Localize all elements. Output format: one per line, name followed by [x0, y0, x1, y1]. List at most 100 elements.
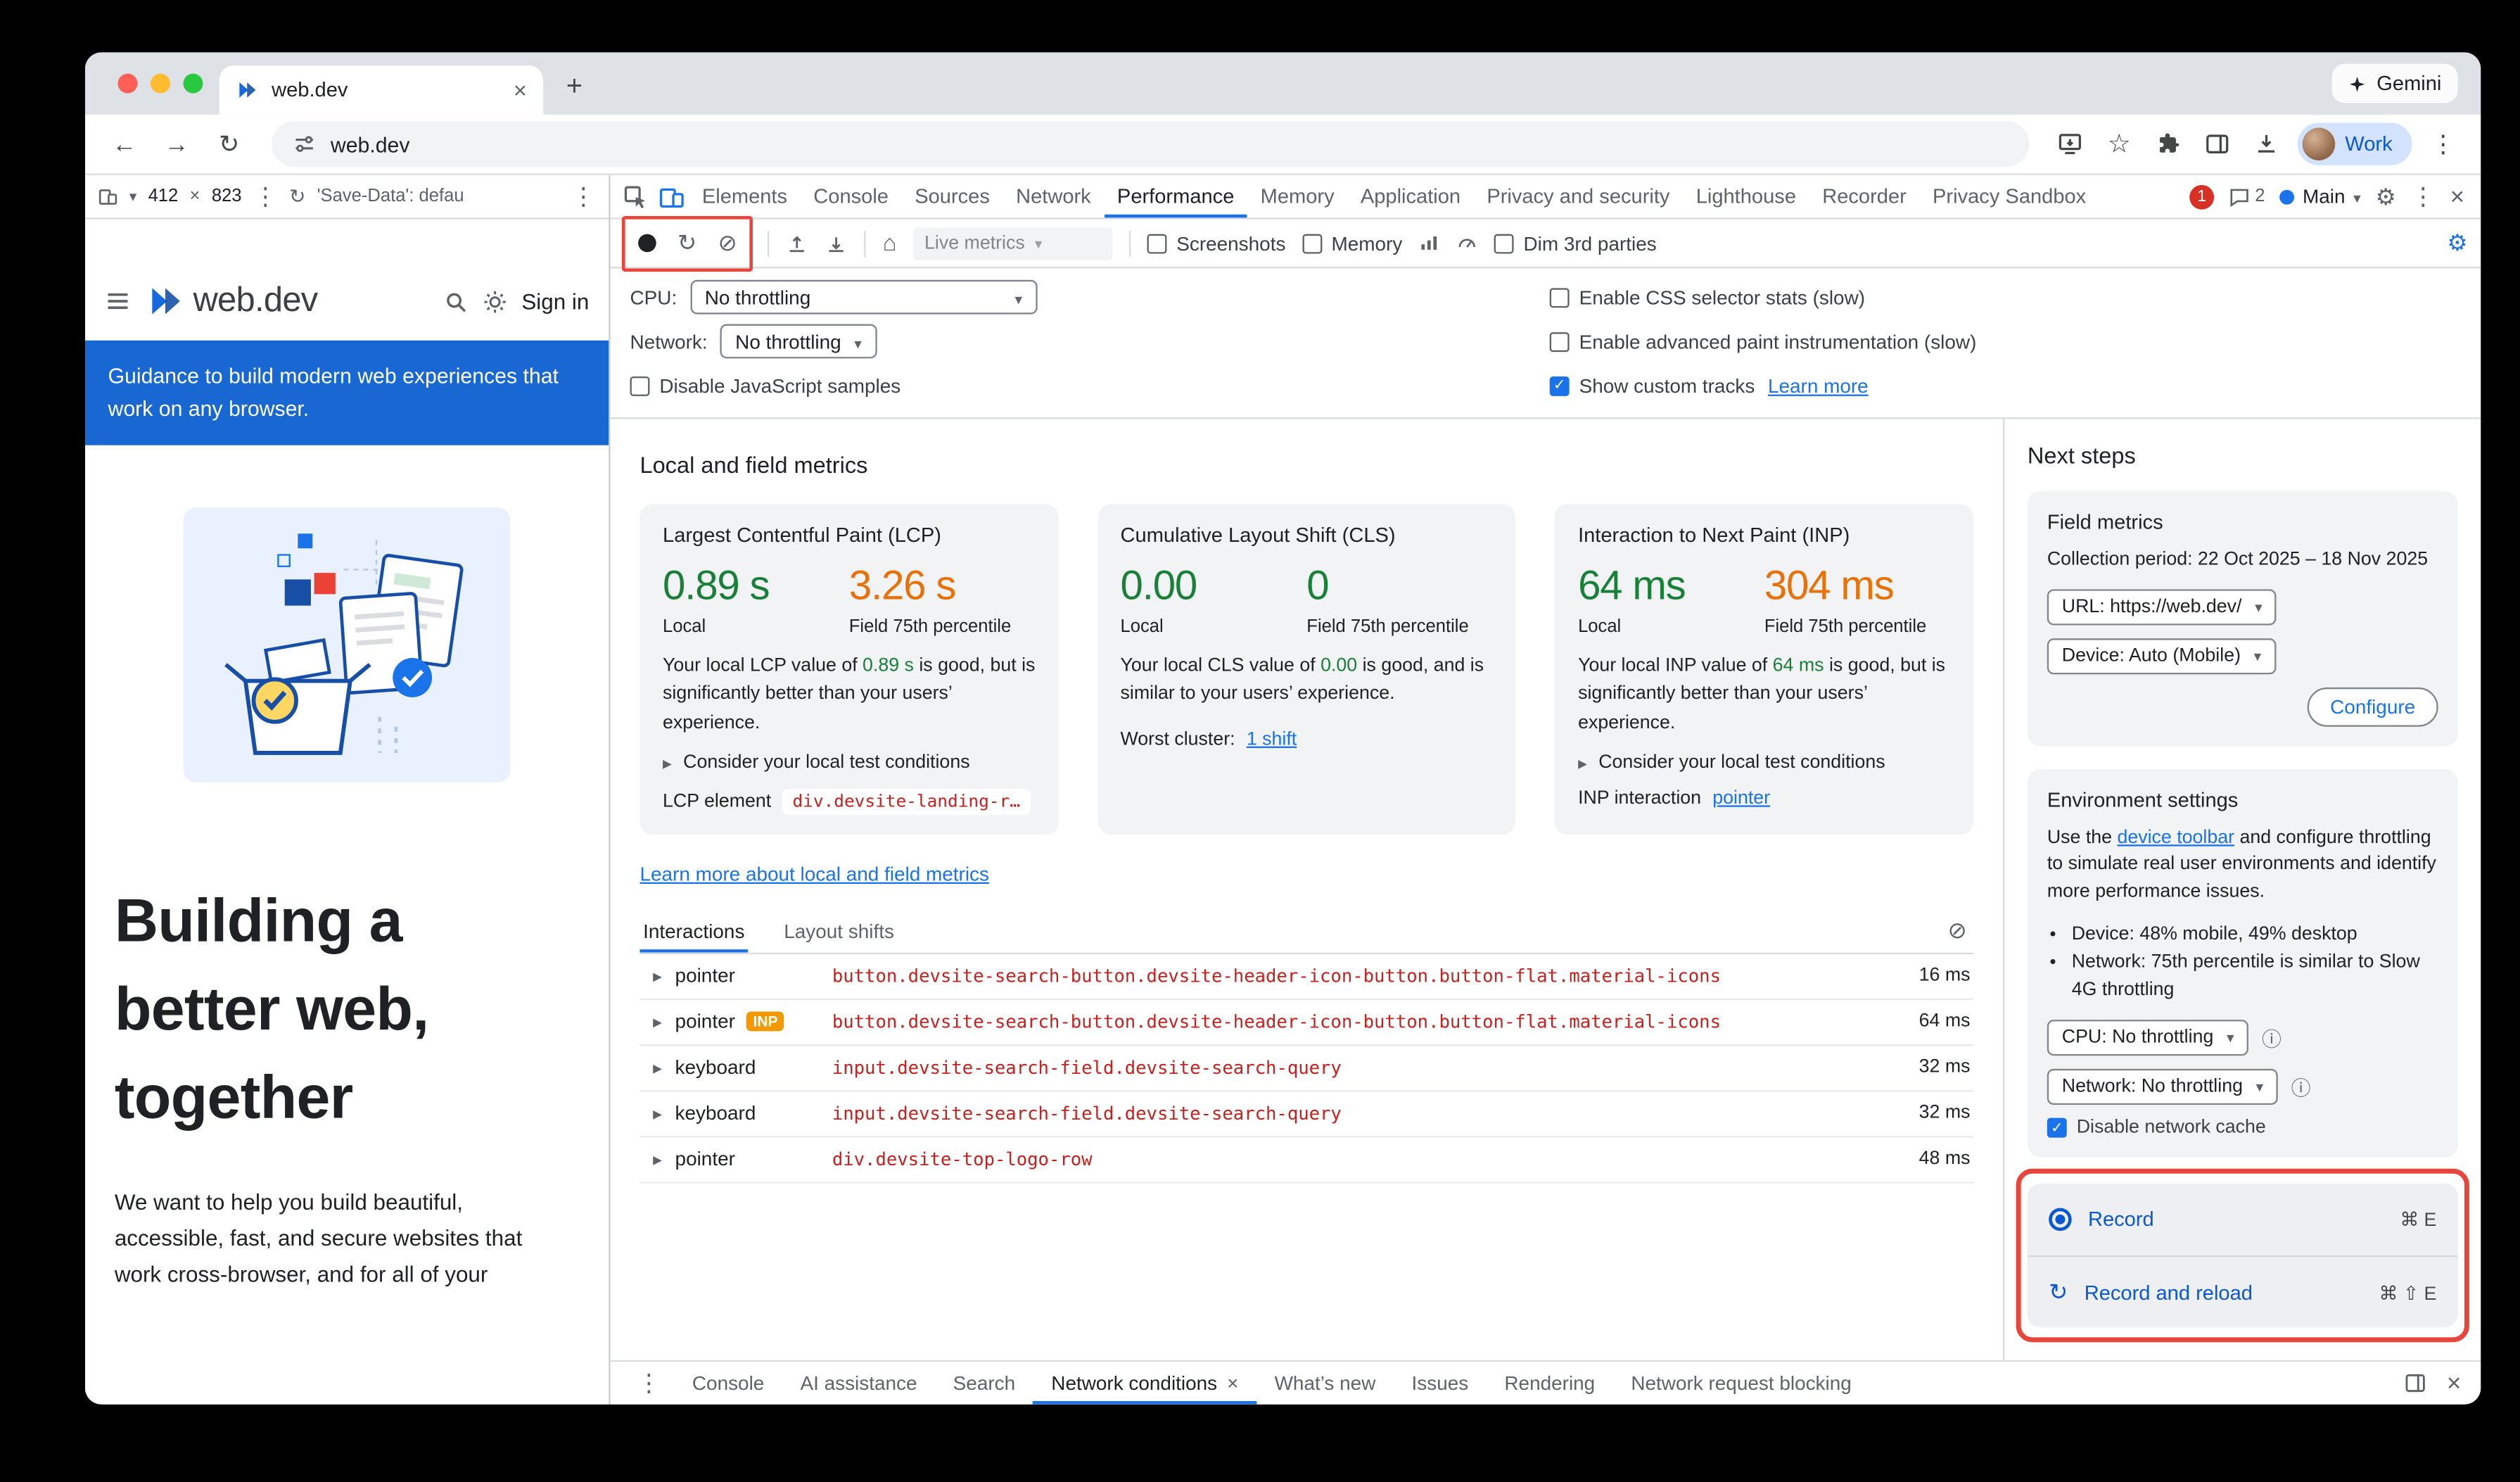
downloads-icon[interactable] — [2245, 122, 2287, 165]
close-drawer-tab-icon[interactable] — [1227, 1362, 1238, 1403]
checkbox-checked-icon[interactable] — [1550, 376, 1570, 395]
browser-menu-icon[interactable] — [2422, 122, 2464, 165]
device-height-field[interactable]: 823 — [212, 186, 242, 206]
interaction-row[interactable]: pointer button.devsite-search-button.dev… — [639, 954, 1973, 999]
expander-triangle-icon[interactable] — [653, 1011, 662, 1034]
clear-icon[interactable] — [718, 228, 737, 258]
close-drawer-icon[interactable] — [2447, 1369, 2461, 1398]
env-network-select[interactable]: Network: No throttling — [2047, 1070, 2278, 1106]
tab-application[interactable]: Application — [1347, 176, 1473, 217]
learn-more-link[interactable]: Learn more — [1768, 374, 1869, 397]
toggle-device-toolbar-icon[interactable] — [653, 179, 689, 215]
drawer-tab-ai-assistance[interactable]: AI assistance — [782, 1362, 935, 1403]
cpu-throttling-select[interactable]: No throttling — [690, 280, 1037, 315]
console-message-badge[interactable]: 2 — [2229, 186, 2265, 207]
expander-triangle-icon[interactable] — [653, 1056, 662, 1079]
tab-close-icon[interactable] — [514, 79, 527, 102]
paint-instrumentation-checkbox[interactable]: Enable advanced paint instrumentation (s… — [1550, 330, 1977, 353]
tab-privacy-security[interactable]: Privacy and security — [1474, 176, 1683, 217]
checkbox-icon[interactable] — [1494, 233, 1514, 253]
checkbox-icon[interactable] — [1550, 331, 1570, 351]
tab-memory[interactable]: Memory — [1247, 176, 1347, 217]
device-toolbar-link[interactable]: device toolbar — [2117, 828, 2234, 847]
tab-network[interactable]: Network — [1003, 176, 1104, 217]
drawer-tab-network-request-blocking[interactable]: Network request blocking — [1613, 1362, 1870, 1403]
tab-recorder[interactable]: Recorder — [1809, 176, 1920, 217]
save-profile-icon[interactable] — [825, 232, 848, 255]
record-and-reload-icon[interactable] — [677, 229, 696, 258]
bookmark-icon[interactable] — [2098, 122, 2140, 165]
clear-interactions-icon[interactable] — [1941, 917, 1973, 945]
interaction-target-link[interactable]: button.devsite-search-button.devsite-hea… — [832, 1011, 1896, 1032]
memory-checkbox[interactable]: Memory — [1302, 232, 1403, 255]
site-logo[interactable]: web.dev — [146, 281, 318, 321]
devtools-close-icon[interactable] — [2450, 182, 2464, 210]
field-url-select[interactable]: URL: https://web.dev/ — [2047, 589, 2277, 625]
forward-button[interactable] — [154, 121, 200, 167]
tab-sources[interactable]: Sources — [902, 176, 1003, 217]
error-count-badge[interactable]: 1 — [2189, 184, 2214, 209]
inp-interaction-link[interactable]: pointer — [1712, 789, 1770, 809]
device-toolbar-menu-icon[interactable] — [571, 182, 596, 211]
drawer-tab-search[interactable]: Search — [935, 1362, 1033, 1403]
info-icon[interactable] — [2291, 1074, 2311, 1102]
screenshots-checkbox[interactable]: Screenshots — [1147, 232, 1285, 255]
device-select-arrow-icon[interactable] — [129, 186, 137, 206]
checkbox-icon[interactable] — [1147, 233, 1166, 253]
side-panel-icon[interactable] — [2196, 122, 2239, 165]
env-cpu-select[interactable]: CPU: No throttling — [2047, 1020, 2249, 1056]
disable-js-samples-checkbox[interactable]: Disable JavaScript samples — [630, 374, 901, 397]
record-and-reload-button[interactable]: Record and reload ⌘ ⇧ E — [2028, 1256, 2458, 1328]
drawer-menu-icon[interactable] — [623, 1369, 674, 1398]
interaction-row[interactable]: keyboard input.devsite-search-field.devs… — [639, 1091, 1973, 1137]
dim-third-parties-checkbox[interactable]: Dim 3rd parties — [1494, 232, 1657, 255]
gemini-button[interactable]: Gemini — [2332, 64, 2457, 103]
inspect-element-icon[interactable] — [617, 179, 653, 215]
expander-triangle-icon[interactable] — [653, 1148, 662, 1171]
interaction-target-link[interactable]: div.devsite-top-logo-row — [832, 1148, 1896, 1170]
expander-triangle-icon[interactable] — [653, 1102, 662, 1125]
minimize-window-button[interactable] — [151, 74, 170, 94]
interaction-row[interactable]: keyboard input.devsite-search-field.devs… — [639, 1046, 1973, 1091]
checkbox-icon[interactable] — [1550, 287, 1570, 307]
hamburger-menu-icon[interactable] — [105, 288, 131, 314]
toggle-drawer-layout-icon[interactable] — [2404, 1372, 2427, 1395]
load-profile-icon[interactable] — [787, 232, 810, 255]
context-selector[interactable]: Main — [2279, 185, 2360, 208]
devtools-settings-icon[interactable] — [2376, 182, 2396, 210]
interaction-target-link[interactable]: button.devsite-search-button.devsite-hea… — [832, 965, 1896, 987]
theme-toggle-icon[interactable] — [483, 289, 507, 314]
close-window-button[interactable] — [117, 74, 137, 94]
back-button[interactable] — [101, 121, 147, 167]
site-search-icon[interactable] — [443, 289, 468, 314]
device-width-field[interactable]: 412 — [148, 186, 179, 206]
site-settings-icon[interactable] — [293, 132, 316, 156]
info-icon[interactable] — [2262, 1025, 2282, 1053]
extensions-icon[interactable] — [2147, 122, 2189, 165]
cpu-throttle-icon[interactable] — [1456, 232, 1477, 253]
network-throttling-select[interactable]: No throttling — [720, 324, 877, 359]
drawer-tab-whats-new[interactable]: What’s new — [1256, 1362, 1394, 1403]
capture-settings-icon[interactable] — [2447, 228, 2467, 258]
profile-button[interactable]: Work — [2298, 122, 2412, 165]
worst-cluster-link[interactable]: 1 shift — [1247, 729, 1297, 749]
expander-triangle-icon[interactable] — [653, 965, 662, 988]
live-metrics-home-icon[interactable] — [883, 228, 897, 258]
devtools-menu-icon[interactable] — [2411, 182, 2436, 211]
new-tab-button[interactable] — [553, 65, 595, 108]
sign-in-link[interactable]: Sign in — [521, 289, 589, 314]
network-throttle-icon[interactable] — [1419, 232, 1440, 253]
disable-network-cache-checkbox[interactable]: Disable network cache — [2047, 1119, 2438, 1139]
field-device-select[interactable]: Device: Auto (Mobile) — [2047, 638, 2276, 673]
device-type-icon[interactable] — [98, 186, 118, 206]
interaction-row[interactable]: pointer div.devsite-top-logo-row 48 ms — [639, 1137, 1973, 1183]
reload-button[interactable] — [206, 121, 252, 167]
configure-button[interactable]: Configure — [2308, 687, 2438, 726]
install-app-icon[interactable] — [2049, 122, 2091, 165]
inp-test-conditions-expander[interactable]: Consider your local test conditions — [1578, 752, 1951, 773]
checkbox-checked-icon[interactable] — [2047, 1119, 2067, 1139]
checkbox-icon[interactable] — [630, 376, 650, 395]
drawer-tab-issues[interactable]: Issues — [1394, 1362, 1487, 1403]
tab-interactions[interactable]: Interactions — [639, 910, 748, 952]
learn-metrics-link[interactable]: Learn more about local and field metrics — [639, 862, 988, 885]
